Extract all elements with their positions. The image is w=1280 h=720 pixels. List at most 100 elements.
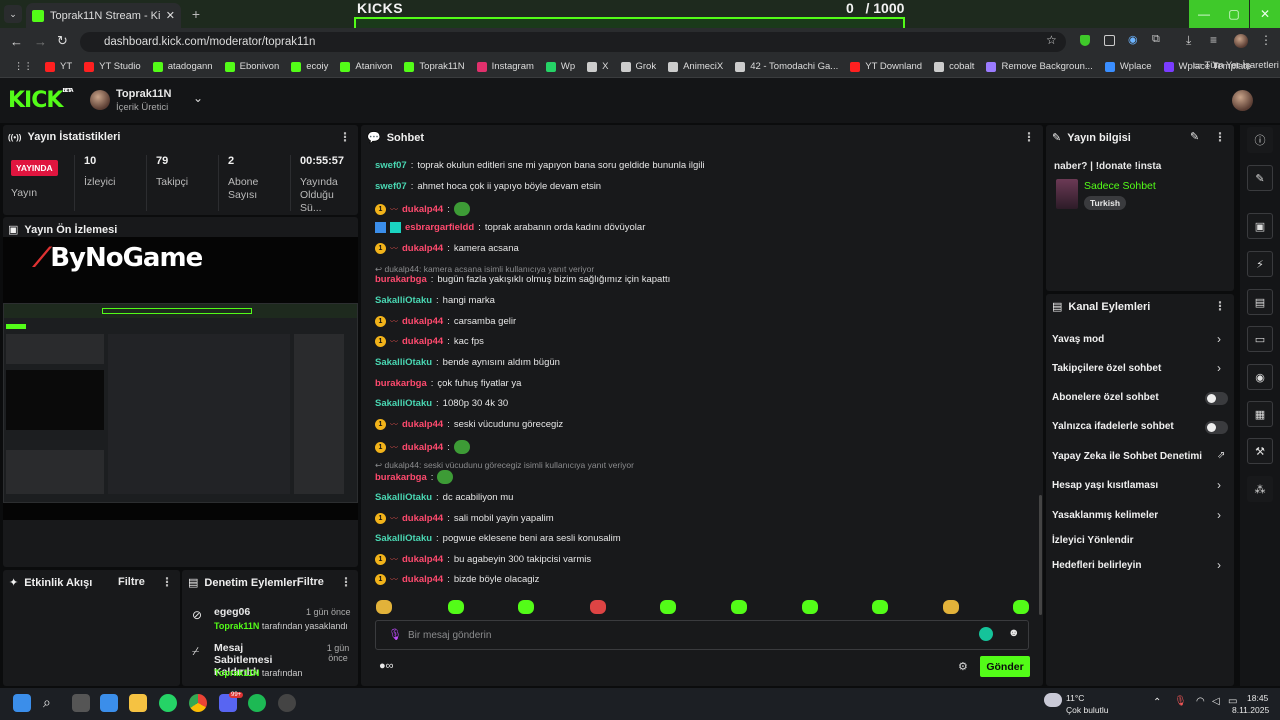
close-window-button[interactable]: ✕: [1250, 0, 1280, 28]
chat-message[interactable]: 1 〰 dukalp44: kamera acsana: [375, 243, 519, 254]
clip-icon[interactable]: ▣: [1247, 213, 1273, 239]
forward-icon[interactable]: →: [34, 34, 47, 49]
info-icon[interactable]: ⓘ: [1247, 127, 1273, 153]
channel-action-item[interactable]: İzleyici Yönlendir: [1052, 535, 1134, 546]
emote-quick-icon[interactable]: [448, 600, 464, 614]
chat-username[interactable]: dukalp44: [402, 513, 443, 524]
apps-icon[interactable]: ⋮⋮: [8, 61, 39, 72]
emote-quick-icon[interactable]: [590, 600, 606, 614]
bookmark-item[interactable]: YT Downland: [844, 61, 928, 72]
bookmark-item[interactable]: cobalt: [928, 61, 980, 72]
grammarly-icon[interactable]: [979, 627, 993, 641]
whatsapp-icon[interactable]: [159, 694, 177, 712]
chat-message[interactable]: 1 〰 dukalp44: carsamba gelir: [375, 316, 516, 327]
chat-message[interactable]: swef07: toprak okulun editleri sne mi yap…: [375, 160, 705, 171]
chrome-icon[interactable]: [189, 694, 207, 712]
emote-quick-icon[interactable]: [1013, 600, 1029, 614]
wrench-rail-icon[interactable]: ⚒: [1247, 438, 1273, 464]
chat-message[interactable]: 1 〰 dukalp44: seski vücudunu görecegiz: [375, 419, 563, 430]
send-button[interactable]: Gönder: [980, 656, 1030, 677]
bookmark-item[interactable]: 42 - Tomodachi Ga...: [729, 61, 844, 72]
activity-menu-icon[interactable]: ⋮: [161, 575, 173, 589]
windows-start-icon[interactable]: [13, 694, 31, 712]
preview-video[interactable]: ⟋ByNoGame: [3, 237, 358, 520]
profile-avatar[interactable]: [1234, 34, 1248, 48]
chat-username[interactable]: burakarbga: [375, 472, 427, 483]
chevron-right-icon[interactable]: ›: [1217, 361, 1221, 375]
chat-message[interactable]: burakarbga:: [375, 470, 454, 484]
chevron-right-icon[interactable]: ›: [1217, 478, 1221, 492]
edit-icon[interactable]: ✎: [1190, 130, 1199, 143]
media-icon[interactable]: ≡: [1210, 33, 1217, 47]
bookmark-item[interactable]: ecoiy: [285, 61, 334, 72]
chat-username[interactable]: swef07: [375, 181, 407, 192]
kick-logo[interactable]: KICKBETA: [8, 88, 74, 113]
channel-actions-menu-icon[interactable]: ⋮: [1214, 299, 1226, 313]
channel-action-item[interactable]: Takipçilere özel sohbet: [1052, 363, 1161, 374]
channel-avatar[interactable]: [90, 90, 110, 110]
browser-tab[interactable]: Toprak11N Stream - Kick Dashb ✕: [26, 3, 181, 28]
chat-message[interactable]: swef07: ahmet hoca çok ii yapıyo böyle de…: [375, 181, 601, 192]
emote-quick-icon[interactable]: [731, 600, 747, 614]
chat-username[interactable]: SakalliOtaku: [375, 398, 432, 409]
chat-message[interactable]: 1 〰 dukalp44:: [375, 202, 470, 216]
chevron-right-icon[interactable]: ›: [1217, 508, 1221, 522]
wifi-icon[interactable]: ◠: [1196, 696, 1205, 707]
emote-quick-icon[interactable]: [872, 600, 888, 614]
layout-icon[interactable]: ▦: [1247, 401, 1273, 427]
bookmark-item[interactable]: Atanivon: [334, 61, 398, 72]
stream-category[interactable]: Sadece Sohbet: [1084, 180, 1156, 192]
channel-action-item[interactable]: Hesap yaşı kısıtlaması: [1052, 480, 1158, 491]
chat-username[interactable]: SakalliOtaku: [375, 492, 432, 503]
chat-message[interactable]: SakalliOtaku:1080p 30 4k 30: [375, 398, 508, 409]
tray-chevron-icon[interactable]: ⌃: [1153, 697, 1161, 708]
bookmark-item[interactable]: Instagram: [471, 61, 540, 72]
reload-icon[interactable]: ↻: [57, 33, 68, 49]
puzzle-icon[interactable]: ⧉: [1152, 33, 1160, 46]
back-icon[interactable]: ←: [10, 34, 23, 49]
apps-rail-icon[interactable]: ⁂: [1247, 476, 1273, 502]
channel-action-item[interactable]: Yalnızca ifadelerle sohbet: [1052, 421, 1174, 432]
chat-username[interactable]: burakarbga: [375, 378, 427, 389]
chat-username[interactable]: SakalliOtaku: [375, 295, 432, 306]
search-icon[interactable]: ⌕: [43, 694, 51, 711]
close-tab-icon[interactable]: ✕: [166, 9, 175, 22]
chat-message[interactable]: SakalliOtaku: hangi marka: [375, 295, 495, 306]
bookmark-item[interactable]: Remove Backgroun...: [980, 61, 1098, 72]
chat-message[interactable]: esbrargarfieldd: toprak arabanın orda kad…: [375, 222, 645, 233]
chat-menu-icon[interactable]: ⋮: [1023, 130, 1035, 144]
bookmark-item[interactable]: Ebonivon: [219, 61, 286, 72]
chat-username[interactable]: dukalp44: [402, 204, 443, 215]
chat-username[interactable]: dukalp44: [402, 316, 443, 327]
chat-message[interactable]: burakarbga: çok fuhuş fiyatlar ya: [375, 378, 521, 389]
task-view-icon[interactable]: [72, 694, 90, 712]
chat-message[interactable]: 1 〰 dukalp44: bizde böyle olacagiz: [375, 574, 539, 585]
chat-username[interactable]: dukalp44: [402, 419, 443, 430]
bookmark-item[interactable]: X: [581, 61, 614, 72]
chat-username[interactable]: SakalliOtaku: [375, 357, 432, 368]
bookmark-item[interactable]: YT Studio: [78, 61, 147, 72]
emote-quick-icon[interactable]: [802, 600, 818, 614]
extension-icon[interactable]: [1104, 35, 1115, 46]
chat-username[interactable]: SakalliOtaku: [375, 533, 432, 544]
chat-username[interactable]: swef07: [375, 160, 407, 171]
app-icon[interactable]: [278, 694, 296, 712]
emote-quick-icon[interactable]: [518, 600, 534, 614]
chat-rail-icon[interactable]: ▭: [1247, 326, 1273, 352]
bookmark-item[interactable]: Wp: [540, 61, 581, 72]
chat-message[interactable]: SakalliOtaku: pogwue eklesene beni ara se…: [375, 533, 621, 544]
translate-icon[interactable]: ◉: [1128, 33, 1138, 46]
chat-message[interactable]: 1 〰 dukalp44: sali mobil yayin yapalim: [375, 513, 554, 524]
minimize-button[interactable]: —: [1189, 0, 1219, 28]
chat-username[interactable]: dukalp44: [402, 574, 443, 585]
chat-message[interactable]: 1 〰 dukalp44:: [375, 440, 470, 454]
maximize-button[interactable]: ▢: [1219, 0, 1249, 28]
menu-icon[interactable]: ⋮: [1260, 33, 1272, 47]
activity-filter-button[interactable]: Filtre: [118, 576, 145, 588]
notes-icon[interactable]: ▤: [1247, 289, 1273, 315]
spotify-icon[interactable]: [248, 694, 266, 712]
file-explorer-icon[interactable]: [129, 694, 147, 712]
shield-extension-icon[interactable]: [1080, 35, 1090, 46]
channel-action-item[interactable]: Hedefleri belirleyin: [1052, 560, 1141, 571]
bolt-icon[interactable]: ⚡: [1247, 251, 1273, 277]
